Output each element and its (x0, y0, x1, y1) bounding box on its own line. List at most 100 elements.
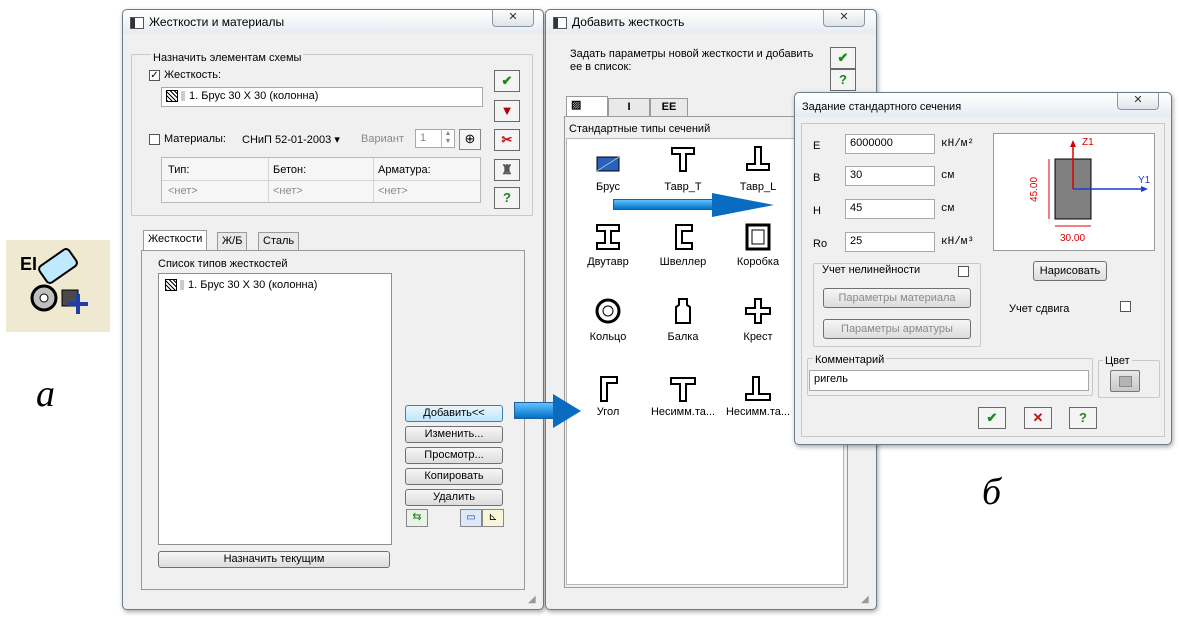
stiffness-materials-window: Жесткости и материалы ✕ Назначить элемен… (122, 9, 544, 610)
edit-button[interactable]: Изменить... (405, 426, 503, 443)
param-e-label: E (813, 140, 821, 152)
section-tee-l[interactable]: Тавр_L (718, 181, 798, 193)
section-view-icon[interactable]: ▭ (460, 509, 482, 527)
param-h-input[interactable]: 45 (845, 199, 935, 219)
tab-rc[interactable]: Ж/Б (217, 232, 248, 250)
section-box[interactable]: Коробка (718, 256, 798, 268)
filter-icon[interactable]: ▼ (494, 100, 520, 122)
brush-icon[interactable]: ♜ (494, 159, 520, 181)
caption-b: б (982, 471, 1002, 513)
color-picker[interactable] (1110, 370, 1140, 392)
list-title: Список типов жесткостей (158, 258, 288, 270)
stiffness-app-icon: EI (6, 240, 110, 332)
asym-tee-icon[interactable] (668, 375, 698, 403)
title-bar[interactable]: Задание стандартного сечения ✕ (795, 93, 1171, 117)
copy-button[interactable]: Копировать (405, 468, 503, 485)
param-ro-unit: кН/м³ (941, 236, 975, 248)
comment-input[interactable]: ригель (809, 370, 1089, 391)
close-button[interactable]: ✕ (1117, 93, 1159, 110)
help-icon[interactable]: ? (1069, 407, 1097, 429)
tab-composite[interactable]: EE (650, 98, 688, 116)
section-asym-tee-l[interactable]: Несимм.та... (718, 406, 798, 418)
nonlinear-checkbox[interactable] (958, 266, 969, 277)
param-h-unit: см (941, 203, 955, 215)
preview-h-label: 45.00 (1029, 176, 1041, 203)
tab-steel[interactable]: Сталь (258, 232, 300, 250)
ok-check-icon[interactable]: ✔ (978, 407, 1006, 429)
section-channel[interactable]: Швеллер (643, 256, 723, 268)
standard-section-window: Задание стандартного сечения ✕ E 6000000… (794, 92, 1172, 445)
color-label: Цвет (1103, 355, 1132, 367)
param-e-input[interactable]: 6000000 (845, 134, 935, 154)
tab-standard[interactable]: ▨ (566, 96, 608, 116)
param-e-unit: кН/м² (941, 138, 975, 150)
section-tapered-beam[interactable]: Балка (643, 331, 723, 343)
arrow-to-section-dialog (613, 199, 713, 210)
shear-checkbox[interactable] (1120, 301, 1131, 312)
section-ring[interactable]: Кольцо (568, 331, 648, 343)
delete-button[interactable]: Удалить (405, 489, 503, 506)
stiffness-checkbox[interactable]: ✓ (149, 70, 160, 81)
cancel-icon[interactable]: ✕ (1024, 407, 1052, 429)
svg-text:EI: EI (20, 254, 37, 274)
scissors-icon[interactable]: ✂ (494, 129, 520, 151)
title-bar[interactable]: Жесткости и материалы ✕ (123, 10, 543, 34)
types-title: Стандартные типы сечений (569, 123, 711, 135)
resize-grip-icon[interactable]: ◢ (528, 594, 536, 605)
beam-rect-icon[interactable] (593, 149, 623, 177)
section-asym-tee[interactable]: Несимм.та... (643, 406, 723, 418)
rebar-params-button[interactable]: Параметры арматуры (823, 319, 971, 339)
close-button[interactable]: ✕ (823, 10, 865, 27)
material-params-button[interactable]: Параметры материала (823, 288, 971, 308)
apply-check-button[interactable]: ✔ (494, 70, 520, 92)
section-tee-t[interactable]: Тавр_Т (643, 181, 723, 193)
channel-icon[interactable] (668, 223, 698, 251)
section-i-beam[interactable]: Двутавр (568, 256, 648, 268)
cross-icon[interactable] (743, 297, 773, 325)
refresh-icon[interactable]: ⇆ (406, 509, 428, 527)
tee-l-icon[interactable] (743, 145, 773, 173)
i-beam-icon[interactable] (593, 223, 623, 251)
help-icon[interactable]: ? (830, 69, 856, 91)
section-hatch-icon (166, 90, 178, 103)
stiffness-select[interactable]: 1. Брус 30 X 30 (колонна) (161, 87, 483, 107)
list-item[interactable]: 1. Брус 30 X 30 (колонна) (165, 279, 317, 292)
tab-stiffness[interactable]: Жесткости (143, 230, 208, 250)
col-concrete-header: Бетон: (273, 164, 307, 176)
param-b-unit: см (941, 170, 955, 182)
param-b-label: B (813, 172, 821, 184)
variant-spinner[interactable]: ▲ ▼ (441, 130, 454, 147)
section-rect[interactable]: Брус (568, 181, 648, 193)
resize-grip-icon[interactable]: ◢ (861, 594, 869, 605)
ring-icon[interactable] (593, 297, 623, 325)
assign-current-button[interactable]: Назначить текущим (158, 551, 390, 568)
help-icon[interactable]: ? (494, 187, 520, 209)
window-title: Жесткости и материалы (149, 15, 285, 29)
draw-button[interactable]: Нарисовать (1033, 261, 1107, 281)
materials-table: Тип: Бетон: Арматура: <нет> <нет> <нет> (161, 157, 481, 203)
box-icon[interactable] (743, 223, 773, 251)
materials-checkbox[interactable] (149, 134, 160, 145)
add-material-button[interactable]: ⊕ (459, 129, 481, 150)
nonlinear-label: Учет нелинейности (822, 264, 921, 276)
add-button[interactable]: Добавить<< (405, 405, 503, 422)
tee-t-icon[interactable] (668, 145, 698, 173)
close-button[interactable]: ✕ (492, 10, 534, 27)
param-b-input[interactable]: 30 (845, 166, 935, 186)
axes-icon[interactable]: ⊾ (482, 509, 504, 527)
prompt-text: Задать параметры новой жесткости и добав… (570, 48, 814, 73)
angle-icon[interactable] (593, 375, 623, 403)
col-rebar-header: Арматура: (378, 164, 431, 176)
section-cross[interactable]: Крест (718, 331, 798, 343)
title-bar[interactable]: Добавить жесткость ✕ (546, 10, 876, 34)
stiffness-list[interactable]: 1. Брус 30 X 30 (колонна) (158, 273, 392, 545)
view-button[interactable]: Просмотр... (405, 447, 503, 464)
asym-tee-l-icon[interactable] (743, 375, 773, 403)
materials-norm-dropdown[interactable]: СНиП 52-01-2003 ▾ (242, 133, 340, 146)
tapered-beam-icon[interactable] (668, 297, 698, 325)
tab-metal[interactable]: I (608, 98, 650, 116)
window-icon (130, 17, 144, 29)
ok-check-icon[interactable]: ✔ (830, 47, 856, 69)
concrete-value: <нет> (273, 185, 303, 197)
param-ro-input[interactable]: 25 (845, 232, 935, 252)
